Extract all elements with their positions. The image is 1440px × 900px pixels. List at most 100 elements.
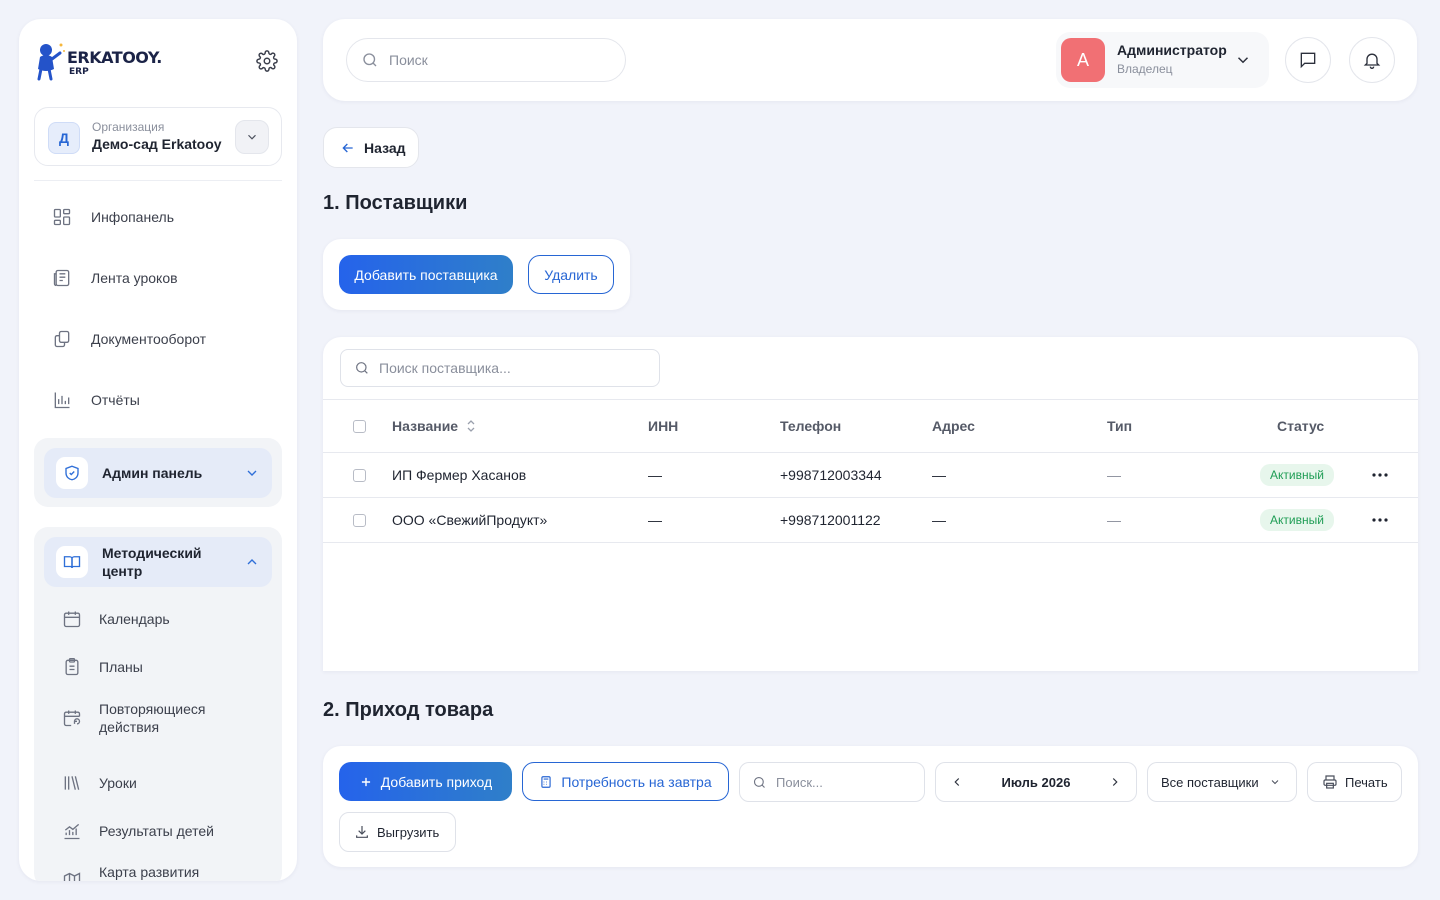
suppliers-actions: Добавить поставщика Удалить bbox=[323, 239, 630, 310]
brand-name: ERKATOOY. bbox=[67, 48, 162, 67]
supplier-type: — bbox=[1107, 512, 1121, 528]
calendar-repeat-icon bbox=[63, 710, 81, 727]
top-bar: А Администратор Владелец bbox=[323, 19, 1417, 101]
supplier-search[interactable] bbox=[340, 349, 660, 387]
brand-logo[interactable]: ERKATOOY. ERP bbox=[33, 41, 283, 83]
notifications-button[interactable] bbox=[1349, 37, 1395, 83]
sidebar-item-development-map[interactable]: Карта развития ребенка bbox=[62, 859, 262, 881]
select-all-checkbox[interactable] bbox=[353, 419, 366, 433]
sidebar-item-label: Повторяющиеся действия bbox=[99, 701, 206, 735]
supplier-search-input[interactable] bbox=[379, 360, 639, 376]
sidebar-item-documents[interactable]: Документооборот bbox=[52, 319, 282, 359]
admin-panel-toggle[interactable]: Админ панель bbox=[44, 448, 272, 498]
supplier-type: — bbox=[1107, 467, 1121, 483]
more-horizontal-icon bbox=[1372, 473, 1388, 477]
supplier-phone: +998712001122 bbox=[780, 512, 881, 528]
map-icon bbox=[63, 872, 81, 881]
open-book-icon bbox=[56, 546, 88, 578]
column-name-header[interactable]: Название bbox=[392, 400, 476, 452]
sidebar-item-label: Инфопанель bbox=[91, 209, 174, 225]
table-row[interactable]: ИП Фермер Хасанов — +998712003344 — — Ак… bbox=[323, 453, 1418, 498]
suppliers-title: 1. Поставщики bbox=[323, 192, 468, 214]
messages-button[interactable] bbox=[1285, 37, 1331, 83]
global-search[interactable] bbox=[346, 38, 626, 82]
chevron-left-icon[interactable] bbox=[950, 775, 964, 789]
add-income-label: Добавить приход bbox=[380, 773, 493, 790]
chevron-right-icon[interactable] bbox=[1108, 775, 1122, 789]
organization-avatar: Д bbox=[48, 122, 80, 154]
income-search[interactable] bbox=[739, 762, 925, 802]
sidebar: ERKATOOY. ERP Д Организация Демо-сад Erk… bbox=[19, 19, 297, 881]
chat-icon bbox=[1300, 52, 1316, 69]
sidebar-item-label: Отчёты bbox=[91, 392, 140, 408]
sidebar-item-label: Лента уроков bbox=[91, 270, 178, 286]
column-type-header: Тип bbox=[1107, 418, 1133, 434]
supplier-name: ИП Фермер Хасанов bbox=[392, 467, 527, 483]
print-button[interactable]: Печать bbox=[1307, 762, 1402, 802]
sidebar-item-label: Карта развития ребенка bbox=[99, 864, 200, 880]
printer-icon bbox=[1323, 775, 1337, 789]
sidebar-item-lessons-feed[interactable]: Лента уроков bbox=[52, 258, 282, 298]
method-center-label: Методический центр bbox=[102, 545, 202, 579]
add-supplier-button[interactable]: Добавить поставщика bbox=[339, 255, 513, 294]
income-title: 2. Приход товара bbox=[323, 699, 494, 721]
sidebar-item-label: Документооборот bbox=[91, 331, 207, 347]
tomorrow-need-label: Потребность на завтра bbox=[561, 773, 712, 790]
logo-mascot-icon bbox=[37, 43, 65, 81]
organization-selector[interactable]: Д Организация Демо-сад Erkatooy bbox=[34, 107, 282, 166]
export-label: Выгрузить bbox=[377, 824, 440, 840]
sidebar-item-recurring[interactable]: Повторяющиеся действия bbox=[62, 696, 262, 740]
supplier-filter-value: Все поставщики bbox=[1161, 774, 1259, 790]
bell-icon bbox=[1363, 53, 1381, 69]
user-name: Администратор bbox=[1117, 42, 1227, 58]
tomorrow-need-button[interactable]: Потребность на завтра bbox=[522, 762, 729, 801]
user-role: Владелец bbox=[1117, 62, 1173, 76]
sidebar-item-label: Результаты детей bbox=[99, 823, 214, 839]
add-income-button[interactable]: Добавить приход bbox=[339, 762, 512, 801]
settings-gear-icon[interactable] bbox=[256, 50, 278, 72]
row-actions-button[interactable] bbox=[1372, 453, 1388, 497]
column-label: Название bbox=[392, 418, 459, 434]
income-search-input[interactable] bbox=[776, 774, 906, 790]
sidebar-item-lessons[interactable]: Уроки bbox=[62, 763, 262, 803]
sidebar-item-infopanel[interactable]: Инфопанель bbox=[52, 197, 282, 237]
row-checkbox[interactable] bbox=[353, 468, 366, 482]
sidebar-item-calendar[interactable]: Календарь bbox=[62, 599, 262, 639]
row-actions-button[interactable] bbox=[1372, 498, 1388, 542]
income-toolbar: Добавить приход Потребность на завтра Ию… bbox=[323, 746, 1418, 867]
sidebar-item-label: Уроки bbox=[99, 775, 137, 791]
supplier-address: — bbox=[932, 467, 946, 483]
sidebar-item-plans[interactable]: Планы bbox=[62, 647, 262, 687]
sidebar-item-child-results[interactable]: Результаты детей bbox=[62, 811, 262, 851]
chevron-up-icon bbox=[247, 559, 257, 565]
supplier-filter-select[interactable]: Все поставщики bbox=[1147, 762, 1297, 802]
shield-check-icon bbox=[56, 457, 88, 489]
chevron-down-icon bbox=[1237, 57, 1249, 64]
sidebar-item-reports[interactable]: Отчёты bbox=[52, 380, 282, 420]
back-button[interactable]: Назад bbox=[323, 127, 419, 168]
calculator-icon bbox=[541, 775, 552, 788]
growth-chart-icon bbox=[64, 823, 80, 840]
sidebar-item-label: Планы bbox=[99, 659, 143, 675]
delete-supplier-button[interactable]: Удалить bbox=[528, 255, 614, 294]
plus-icon bbox=[361, 777, 370, 786]
supplier-inn: — bbox=[648, 512, 662, 528]
calendar-icon bbox=[63, 611, 81, 628]
column-address-header: Адрес bbox=[932, 418, 975, 434]
table-row[interactable]: ООО «СвежийПродукт» — +998712001122 — — … bbox=[323, 498, 1418, 543]
download-icon bbox=[356, 826, 368, 838]
method-center-toggle[interactable]: Методический центр bbox=[44, 537, 272, 587]
table-header: Название ИНН Телефон Адрес Тип Статус bbox=[323, 399, 1418, 453]
documents-copy-icon bbox=[54, 330, 70, 348]
supplier-name: ООО «СвежийПродукт» bbox=[392, 512, 548, 528]
organization-dropdown-button[interactable] bbox=[235, 120, 269, 154]
chevron-down-icon bbox=[1271, 780, 1278, 785]
user-menu[interactable]: А Администратор Владелец bbox=[1056, 32, 1269, 88]
global-search-input[interactable] bbox=[389, 52, 609, 68]
arrow-left-icon bbox=[342, 143, 353, 152]
export-button[interactable]: Выгрузить bbox=[339, 812, 456, 852]
supplier-inn: — bbox=[648, 467, 662, 483]
back-label: Назад bbox=[364, 139, 406, 156]
supplier-phone: +998712003344 bbox=[780, 467, 882, 483]
row-checkbox[interactable] bbox=[353, 513, 366, 527]
